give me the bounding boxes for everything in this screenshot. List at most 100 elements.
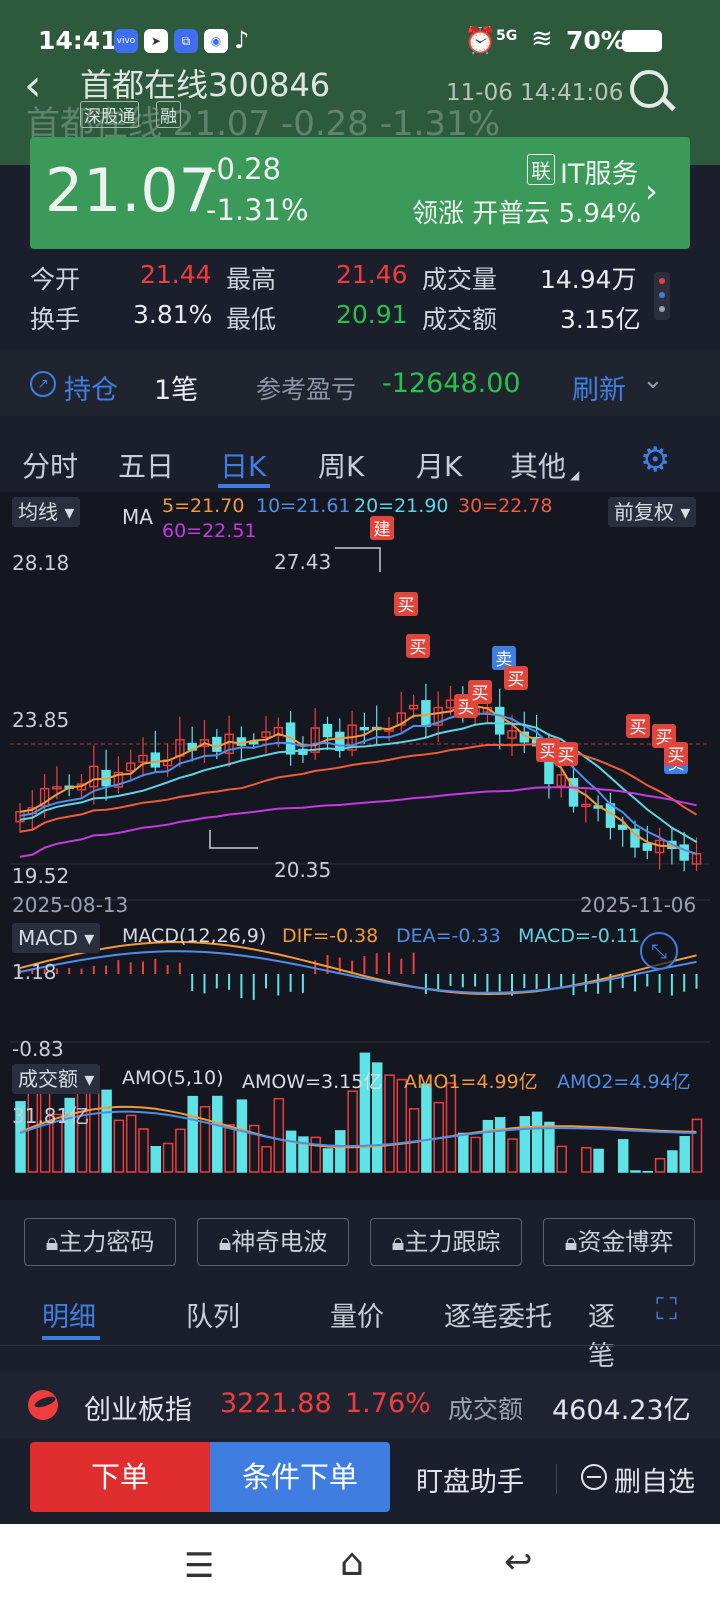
tool-magic-wave[interactable]: 🔒︎神奇电波	[197, 1218, 349, 1266]
status-time: 14:41	[38, 26, 118, 55]
lock-icon: 🔒︎	[564, 1228, 578, 1256]
amount-bar	[101, 1089, 112, 1173]
battery-percent: 70%	[566, 26, 626, 55]
candle-body	[618, 824, 628, 830]
chevron-down-icon[interactable]: ⌄	[642, 365, 664, 395]
candle-body	[150, 752, 161, 768]
sector-name[interactable]: IT服务	[560, 152, 638, 191]
trade-signal-badge: 买	[554, 742, 578, 766]
svg-text:买: 买	[398, 596, 415, 616]
tab-order-by-order[interactable]: 逐笔委托	[444, 1295, 552, 1334]
amo1-value: AMO1=4.99亿	[404, 1071, 538, 1093]
tab-indicator	[218, 484, 270, 488]
tool-main-code[interactable]: 🔒︎主力密码	[24, 1218, 176, 1266]
tool-main-tracking[interactable]: 🔒︎主力跟踪	[370, 1218, 522, 1266]
tab-five-day[interactable]: 五日	[118, 445, 174, 485]
fullscreen-icon[interactable]: ⛶	[656, 1292, 677, 1327]
low-marker: 20.35	[274, 858, 332, 882]
trade-signal-badge: 买	[664, 742, 688, 766]
tiktok-icon: ♪	[234, 26, 250, 54]
refresh-button[interactable]: 刷新	[572, 368, 626, 407]
pnl-value: -12648.00	[382, 368, 521, 399]
battery-icon	[622, 30, 662, 52]
lock-icon: 🔒︎	[218, 1228, 232, 1256]
y-axis-top: 28.18	[12, 551, 70, 575]
svg-text:买: 买	[540, 742, 557, 762]
amount-bar	[384, 1074, 395, 1173]
menu-icon[interactable]: ☰	[184, 1546, 214, 1586]
amount-label: 成交额	[422, 305, 498, 334]
trade-signal-badge: 买	[468, 680, 492, 704]
remove-watchlist-button[interactable]: 删自选	[614, 1460, 695, 1499]
trade-signal-badge: 买	[504, 666, 528, 690]
high-marker-line	[335, 547, 381, 572]
amount-bar	[224, 1124, 235, 1173]
network-icon: 5G	[496, 28, 518, 44]
amount-bar	[667, 1150, 678, 1173]
index-name: 创业板指	[84, 1395, 192, 1426]
sector-tag: 联	[527, 154, 555, 185]
tool-fund-game[interactable]: 🔒︎资金博弈	[543, 1218, 695, 1266]
amount-bar	[310, 1136, 321, 1173]
amount-bar	[630, 1170, 641, 1173]
ma-indicator-dropdown[interactable]: 均线 ▾	[12, 497, 81, 527]
amount-bar	[187, 1095, 198, 1173]
dif-line	[19, 940, 697, 996]
trade-signal-badge: 买	[626, 714, 650, 738]
amount-bar	[470, 1136, 481, 1173]
macd-value: MACD=-0.11	[518, 925, 641, 947]
adjust-dropdown[interactable]: 前复权 ▾	[608, 497, 697, 527]
home-icon[interactable]: ⌂	[340, 1540, 364, 1584]
amount-bar	[335, 1130, 346, 1173]
amount-bar	[544, 1121, 555, 1173]
ma60-value: 60=22.51	[162, 520, 257, 542]
amount-bar	[581, 1147, 592, 1173]
back-nav-icon[interactable]: ↩	[504, 1542, 533, 1582]
conditional-order-button[interactable]: 条件下单	[210, 1442, 390, 1512]
tab-volume-price[interactable]: 量价	[330, 1295, 384, 1334]
tab-monthly-k[interactable]: 月K	[416, 445, 462, 485]
adjust-label: 前复权	[614, 500, 674, 524]
tab-daily-k[interactable]: 日K	[220, 445, 266, 485]
position-label[interactable]: 持仓	[64, 368, 118, 407]
watch-assistant-button[interactable]: 盯盘助手	[416, 1460, 524, 1499]
index-amount-label: 成交额	[448, 1395, 524, 1424]
tab-queue[interactable]: 队列	[186, 1295, 240, 1334]
price-change-pct: -1.31%	[206, 193, 309, 227]
settings-gear-icon[interactable]: ⚙	[640, 440, 670, 480]
trade-signal-badge: 建	[370, 516, 394, 540]
candle-body	[335, 731, 345, 752]
turnover-label: 换手	[30, 305, 81, 334]
tab-weekly-k[interactable]: 周K	[318, 445, 364, 485]
current-price: 21.07	[45, 156, 217, 226]
tab-tick[interactable]: 逐笔	[588, 1295, 628, 1373]
link-app-icon: ⧉	[174, 29, 198, 53]
volume-label: 成交量	[422, 265, 498, 294]
alarm-icon: ⏰	[464, 26, 497, 56]
order-button[interactable]: 下单	[30, 1442, 210, 1512]
tab-other[interactable]: 其他	[510, 445, 566, 485]
tab-intraday[interactable]: 分时	[22, 445, 78, 485]
amount-bar	[421, 1083, 432, 1173]
back-icon[interactable]: ‹	[24, 64, 42, 108]
amo1-line	[19, 1105, 697, 1149]
amount-indicator-label: 成交额	[18, 1067, 78, 1091]
svg-text:买: 买	[472, 684, 489, 704]
amount-bar	[458, 1132, 469, 1173]
amount-bar	[519, 1116, 531, 1173]
tab-detail[interactable]: 明细	[42, 1295, 96, 1334]
expand-arrows-icon[interactable]: ⤡	[640, 932, 678, 970]
open-value: 21.44	[140, 260, 212, 289]
amount-indicator-dropdown[interactable]: 成交额 ▾	[12, 1064, 101, 1094]
amount-value: 3.15亿	[560, 305, 641, 334]
macd-indicator-dropdown[interactable]: MACD ▾	[12, 923, 101, 953]
sector-lead: 领涨 开普云 5.94%	[412, 199, 642, 229]
wifi-icon: ≋	[531, 24, 553, 54]
amount-bar	[531, 1111, 543, 1173]
amount-bar	[162, 1142, 174, 1173]
position-count: 1笔	[154, 375, 199, 406]
macd-indicator-label: MACD	[18, 926, 78, 950]
dea-line	[19, 950, 697, 994]
ma-indicator-label: 均线	[18, 500, 58, 524]
amount-bar	[261, 1146, 272, 1173]
